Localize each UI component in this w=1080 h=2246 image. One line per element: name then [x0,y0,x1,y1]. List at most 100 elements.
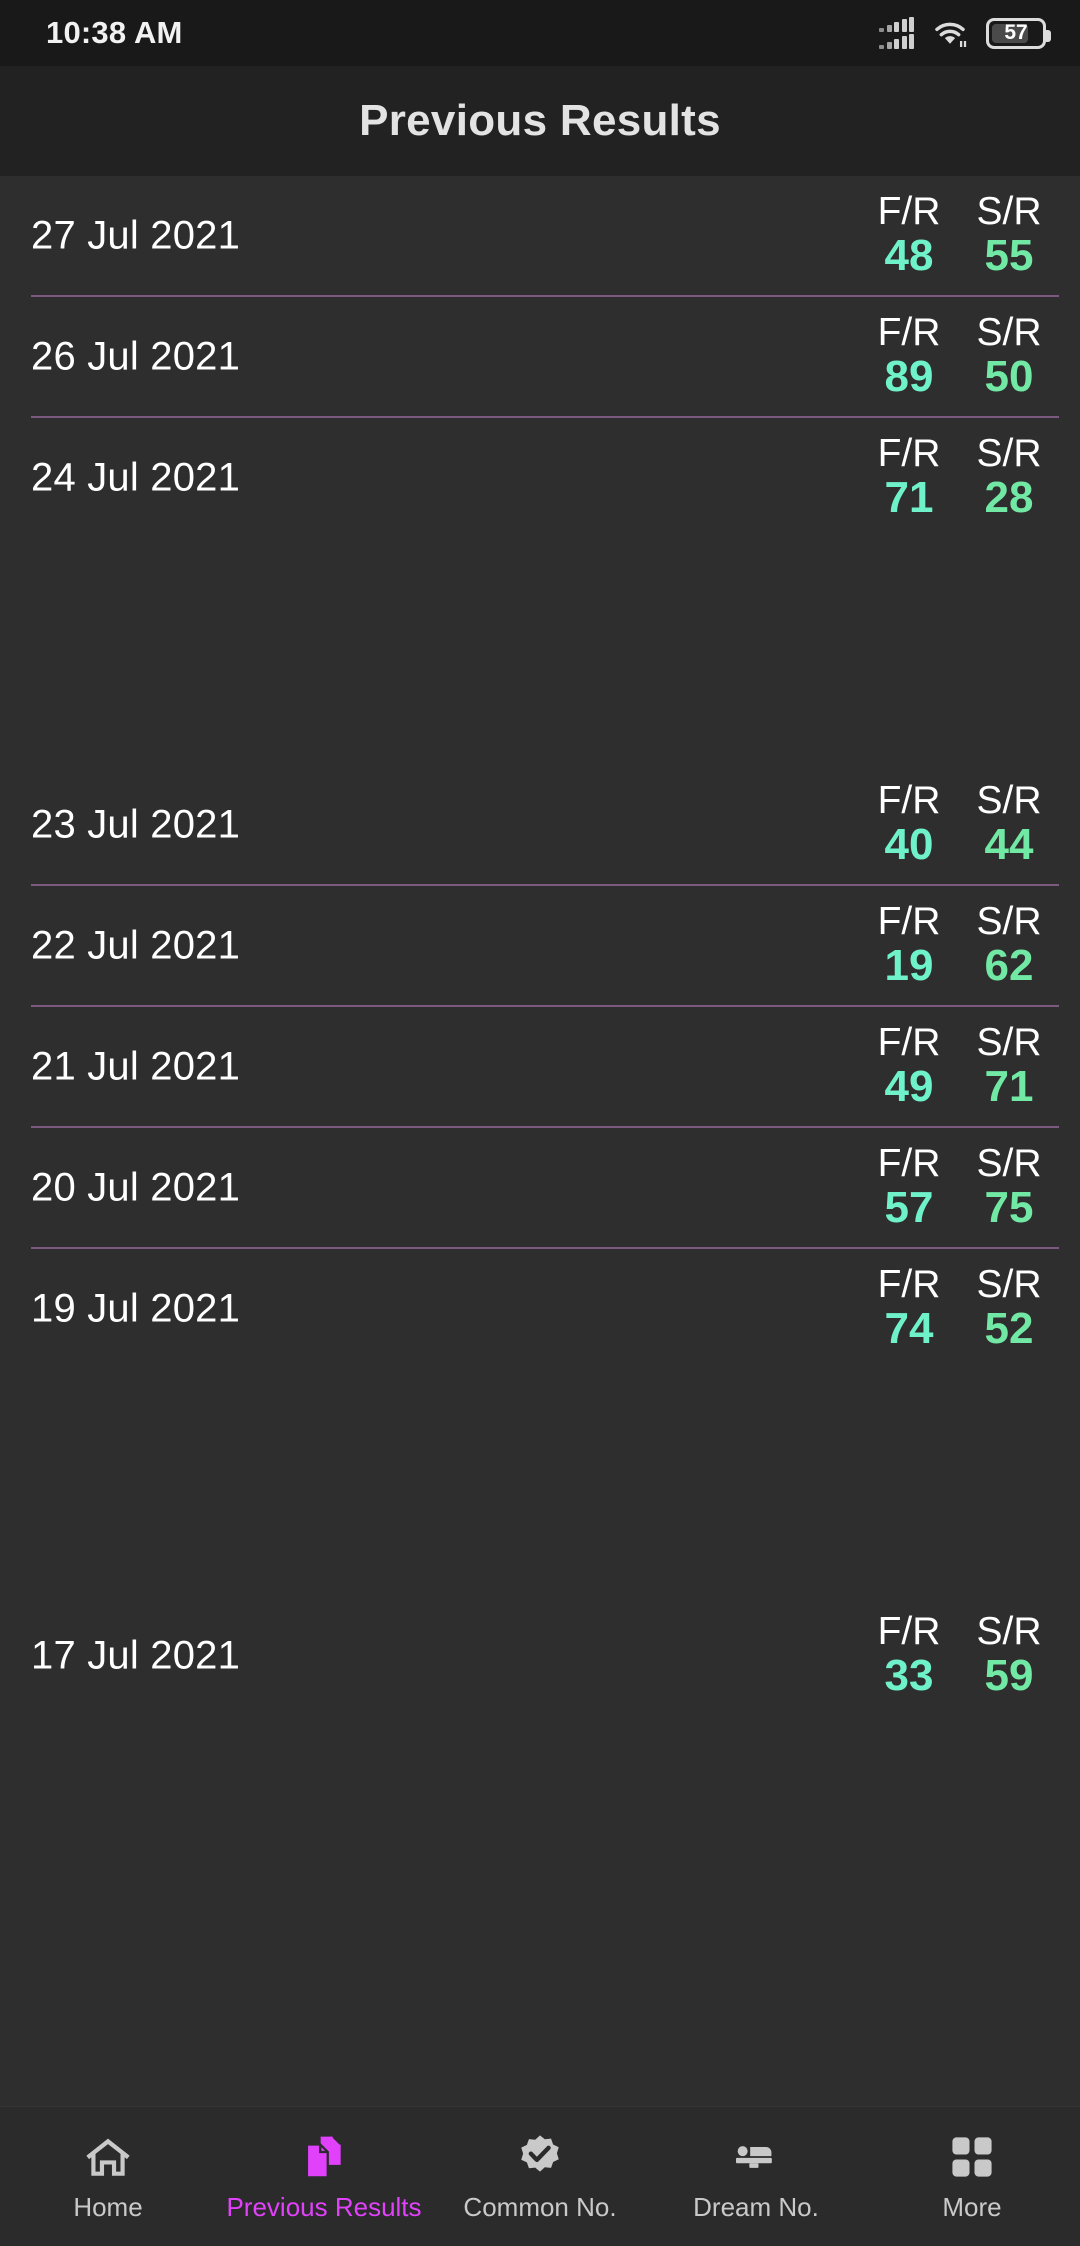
result-column-label-fr: F/R [877,778,941,822]
result-column-fr: F/R 33 [859,1596,959,1715]
bed-icon[interactable] [731,2131,781,2183]
result-column-fr: F/R 19 [859,886,959,1005]
result-row[interactable]: 21 Jul 2021 F/R 49 S/R 71 [0,1007,1080,1126]
result-row-date: 27 Jul 2021 [31,213,241,257]
result-value-sr: 55 [984,230,1034,280]
result-column-label-fr: F/R [877,189,941,233]
result-value-sr: 59 [984,1650,1034,1700]
nav-item-more[interactable]: More [864,2107,1080,2246]
result-column-sr: S/R 55 [959,176,1059,295]
nav-item-label: More [942,2191,1002,2222]
result-value-fr: 57 [884,1182,934,1232]
result-column-label-fr: F/R [877,1141,941,1185]
documents-icon[interactable] [299,2131,349,2183]
result-row[interactable]: 24 Jul 2021 F/R 71 S/R 28 [0,418,1080,537]
status-bar: 10:38 AM 57 [0,0,1080,66]
result-value-fr: 33 [884,1650,934,1700]
previous-results-list[interactable]: 27 Jul 2021 F/R 48 S/R 55 26 Jul 2021 F/R 89 S/R… [0,176,1080,2106]
result-column-sr: S/R 75 [959,1128,1059,1247]
result-column-fr: F/R 74 [859,1249,959,1368]
verified-check-icon[interactable] [515,2131,565,2183]
result-column-label-fr: F/R [877,431,941,475]
result-row-date: 22 Jul 2021 [31,923,241,967]
result-row-values: F/R 19 S/R 62 [859,886,1059,1005]
result-row-values: F/R 48 S/R 55 [859,176,1059,295]
result-column-sr: S/R 52 [959,1249,1059,1368]
result-row-values: F/R 40 S/R 44 [859,765,1059,884]
result-column-label-fr: F/R [877,1609,941,1653]
result-column-label-sr: S/R [976,1141,1042,1185]
result-column-label-sr: S/R [976,899,1042,943]
result-column-label-sr: S/R [976,1020,1042,1064]
result-column-label-fr: F/R [877,1020,941,1064]
result-column-label-sr: S/R [976,1262,1042,1306]
home-icon[interactable] [83,2131,133,2183]
app-bar: Previous Results [0,66,1080,176]
result-value-fr: 89 [884,351,934,401]
result-column-fr: F/R 57 [859,1128,959,1247]
bottom-navigation-bar: Home Previous Results Common No. Dream No. M… [0,2106,1080,2246]
result-row-date: 24 Jul 2021 [31,455,241,499]
result-column-label-fr: F/R [877,310,941,354]
result-column-label-fr: F/R [877,899,941,943]
result-value-fr: 74 [884,1303,934,1353]
result-row-values: F/R 49 S/R 71 [859,1007,1059,1126]
result-column-fr: F/R 49 [859,1007,959,1126]
result-row-values: F/R 33 S/R 59 [859,1596,1059,1715]
result-row[interactable]: 19 Jul 2021 F/R 74 S/R 52 [0,1249,1080,1368]
result-column-sr: S/R 59 [959,1596,1059,1715]
status-bar-icons: 57 [879,16,1051,49]
result-row[interactable]: 23 Jul 2021 F/R 40 S/R 44 [0,765,1080,884]
battery-icon: 57 [986,17,1051,49]
result-value-sr: 44 [984,819,1034,869]
result-column-sr: S/R 71 [959,1007,1059,1126]
result-column-fr: F/R 40 [859,765,959,884]
nav-item-label: Home [73,2191,143,2222]
result-row[interactable]: 27 Jul 2021 F/R 48 S/R 55 [0,176,1080,295]
result-value-fr: 71 [884,472,934,522]
result-column-sr: S/R 44 [959,765,1059,884]
result-column-label-sr: S/R [976,431,1042,475]
nav-item-label: Dream No. [693,2191,819,2222]
nav-item-dream-no[interactable]: Dream No. [648,2107,864,2246]
result-column-label-sr: S/R [976,310,1042,354]
result-row-values: F/R 57 S/R 75 [859,1128,1059,1247]
nav-item-common-no[interactable]: Common No. [432,2107,648,2246]
result-column-fr: F/R 71 [859,418,959,537]
result-value-sr: 75 [984,1182,1034,1232]
result-row[interactable]: 17 Jul 2021 F/R 33 S/R 59 [0,1596,1080,1715]
nav-item-label: Previous Results [226,2191,422,2222]
list-gap [0,1368,1080,1596]
battery-level-label: 57 [1004,21,1028,44]
nav-item-previous-results[interactable]: Previous Results [216,2107,432,2246]
result-value-fr: 49 [884,1061,934,1111]
result-column-sr: S/R 50 [959,297,1059,416]
nav-item-home[interactable]: Home [0,2107,216,2246]
result-row-date: 26 Jul 2021 [31,334,241,378]
app-root: 10:38 AM 57 Previous Results 27 Jul 2021… [0,0,1080,2246]
result-column-sr: S/R 28 [959,418,1059,537]
result-value-sr: 62 [984,940,1034,990]
result-value-fr: 48 [884,230,934,280]
result-row[interactable]: 26 Jul 2021 F/R 89 S/R 50 [0,297,1080,416]
list-gap [0,537,1080,765]
result-column-fr: F/R 48 [859,176,959,295]
result-value-sr: 28 [984,472,1034,522]
result-row-values: F/R 71 S/R 28 [859,418,1059,537]
result-row-date: 17 Jul 2021 [31,1633,241,1677]
result-row[interactable]: 22 Jul 2021 F/R 19 S/R 62 [0,886,1080,1005]
result-value-sr: 50 [984,351,1034,401]
wifi-icon [931,18,969,48]
result-row-date: 23 Jul 2021 [31,802,241,846]
result-column-label-fr: F/R [877,1262,941,1306]
result-row-values: F/R 74 S/R 52 [859,1249,1059,1368]
result-row-date: 20 Jul 2021 [31,1165,241,1209]
result-column-label-sr: S/R [976,1609,1042,1653]
result-value-fr: 40 [884,819,934,869]
result-row-date: 21 Jul 2021 [31,1044,241,1088]
result-column-label-sr: S/R [976,778,1042,822]
status-bar-clock: 10:38 AM [46,15,183,50]
result-row[interactable]: 20 Jul 2021 F/R 57 S/R 75 [0,1128,1080,1247]
signal-bars-icon [879,16,914,49]
grid-icon[interactable] [947,2131,997,2183]
